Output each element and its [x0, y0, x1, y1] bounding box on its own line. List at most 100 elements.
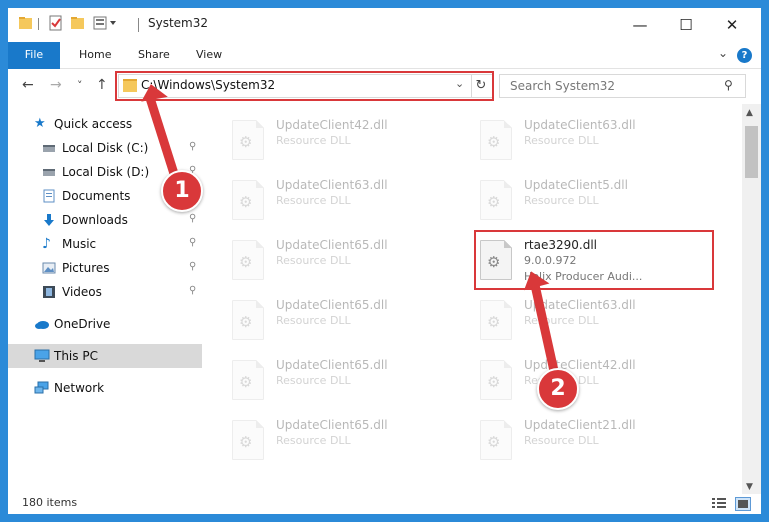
sidebar-item-label: Downloads [62, 213, 128, 227]
pin-icon: ⚲ [189, 213, 197, 224]
file-name: UpdateClient63.dll [524, 118, 636, 132]
address-highlight-box [115, 71, 494, 101]
sidebar-item-label: Videos [62, 285, 102, 299]
large-icons-view-icon[interactable] [735, 497, 751, 511]
sidebar-item-local-disk-c[interactable]: Local Disk (C:) ⚲ [8, 136, 202, 160]
sidebar-item-quick-access[interactable]: ★ Quick access [8, 112, 202, 136]
computer-icon [34, 349, 50, 363]
file-name: UpdateClient63.dll [276, 178, 388, 192]
file-description: Resource DLL [524, 134, 599, 147]
file-item[interactable]: ⚙ UpdateClient65.dll Resource DLL [228, 236, 466, 282]
file-name: UpdateClient42.dll [276, 118, 388, 132]
pin-icon: ⚲ [189, 237, 197, 248]
sidebar-item-onedrive[interactable]: OneDrive [8, 312, 202, 336]
help-icon[interactable]: ? [737, 48, 752, 63]
dll-file-icon: ⚙ [480, 300, 512, 340]
step-1-badge: 1 [161, 170, 203, 212]
file-item[interactable]: ⚙ UpdateClient63.dll Resource DLL [476, 296, 714, 342]
title-bar: System32 — ☐ ✕ [8, 8, 761, 42]
up-button[interactable]: ↑ [96, 77, 108, 93]
documents-icon [42, 189, 56, 203]
file-item[interactable]: ⚙ UpdateClient5.dll Resource DLL [476, 176, 714, 222]
scroll-down-icon[interactable]: ▼ [746, 482, 753, 492]
file-item[interactable]: ⚙ UpdateClient42.dll Resource DLL [476, 356, 714, 402]
downloads-icon [42, 213, 56, 227]
videos-icon [42, 285, 56, 299]
file-name: UpdateClient65.dll [276, 358, 388, 372]
sidebar-item-pictures[interactable]: Pictures ⚲ [8, 256, 202, 280]
sidebar-item-network[interactable]: Network [8, 376, 202, 400]
music-icon: ♪ [42, 236, 51, 252]
pin-icon: ⚲ [189, 141, 197, 152]
forward-button[interactable]: → [50, 77, 62, 93]
dll-file-icon: ⚙ [232, 360, 264, 400]
tab-share[interactable]: Share [138, 42, 170, 68]
folder-icon [18, 15, 34, 31]
step-2-badge: 2 [537, 368, 579, 410]
sidebar-item-label: OneDrive [54, 317, 111, 331]
scroll-thumb[interactable] [745, 126, 758, 178]
file-name: UpdateClient65.dll [276, 298, 388, 312]
file-name: UpdateClient65.dll [276, 238, 388, 252]
back-button[interactable]: ← [22, 77, 34, 93]
navigation-pane: ★ Quick access Local Disk (C:) ⚲ Local D… [8, 104, 204, 494]
file-item[interactable]: ⚙ UpdateClient21.dll Resource DLL [476, 416, 714, 462]
file-name: UpdateClient21.dll [524, 418, 636, 432]
file-item[interactable]: ⚙ UpdateClient65.dll Resource DLL [228, 416, 466, 462]
pin-icon: ⚲ [189, 261, 197, 272]
close-button[interactable]: ✕ [709, 8, 755, 42]
search-input[interactable]: Search System32 ⚲ [499, 74, 746, 98]
tab-view[interactable]: View [196, 42, 222, 68]
network-icon [34, 381, 49, 395]
scroll-up-icon[interactable]: ▲ [746, 108, 753, 118]
file-item[interactable]: ⚙ UpdateClient63.dll Resource DLL [476, 116, 714, 162]
sidebar-item-this-pc[interactable]: This PC [8, 344, 202, 368]
sidebar-item-music[interactable]: ♪ Music ⚲ [8, 232, 202, 256]
vertical-scrollbar[interactable]: ▲ ▼ [742, 104, 761, 494]
properties-icon[interactable] [48, 15, 64, 31]
sidebar-item-videos[interactable]: Videos ⚲ [8, 280, 202, 304]
file-name: UpdateClient42.dll [524, 358, 636, 372]
sidebar-item-label: Network [54, 381, 105, 395]
new-folder-icon[interactable] [70, 15, 86, 31]
dll-file-icon: ⚙ [480, 180, 512, 220]
recent-locations-button[interactable]: ˅ [77, 79, 83, 92]
navigation-bar: ← → ˅ ↑ C:\Windows\System32 ⌄ ↻ Search S… [8, 69, 761, 103]
tab-home[interactable]: Home [79, 42, 111, 68]
title-separator [138, 18, 139, 32]
search-placeholder: Search System32 [510, 79, 616, 93]
details-view-icon[interactable] [712, 497, 726, 509]
file-description: Resource DLL [276, 194, 351, 207]
drive-icon [42, 141, 56, 155]
file-highlight-box [474, 230, 714, 290]
dll-file-icon: ⚙ [480, 420, 512, 460]
dll-file-icon: ⚙ [480, 360, 512, 400]
sidebar-item-downloads[interactable]: Downloads ⚲ [8, 208, 202, 232]
expand-ribbon-icon[interactable]: ⌄ [718, 46, 728, 60]
sidebar-item-label: Local Disk (D:) [62, 165, 150, 179]
dll-file-icon: ⚙ [232, 120, 264, 160]
file-list: ⚙ UpdateClient42.dll Resource DLL ⚙ Upda… [208, 104, 742, 494]
search-icon[interactable]: ⚲ [724, 78, 733, 92]
pin-icon: ⚲ [189, 285, 197, 296]
sidebar-item-label: Pictures [62, 261, 110, 275]
sidebar-item-label: Quick access [54, 117, 133, 131]
customize-toolbar-icon[interactable] [93, 15, 116, 31]
minimize-button[interactable]: — [617, 8, 663, 42]
sidebar-item-label: Music [62, 237, 97, 251]
file-item[interactable]: ⚙ UpdateClient65.dll Resource DLL [228, 296, 466, 342]
maximize-button[interactable]: ☐ [663, 8, 709, 42]
file-item[interactable]: ⚙ UpdateClient63.dll Resource DLL [228, 176, 466, 222]
title-divider [38, 18, 39, 30]
drive-icon [42, 165, 56, 179]
file-item[interactable]: ⚙ UpdateClient42.dll Resource DLL [228, 116, 466, 162]
file-description: Resource DLL [276, 134, 351, 147]
dll-file-icon: ⚙ [232, 420, 264, 460]
ribbon: File Home Share View ⌄ ? [8, 42, 761, 88]
dll-file-icon: ⚙ [232, 240, 264, 280]
dll-file-icon: ⚙ [480, 120, 512, 160]
file-description: Resource DLL [524, 194, 599, 207]
sidebar-item-label: This PC [54, 349, 98, 363]
file-name: UpdateClient63.dll [524, 298, 636, 312]
file-item[interactable]: ⚙ UpdateClient65.dll Resource DLL [228, 356, 466, 402]
